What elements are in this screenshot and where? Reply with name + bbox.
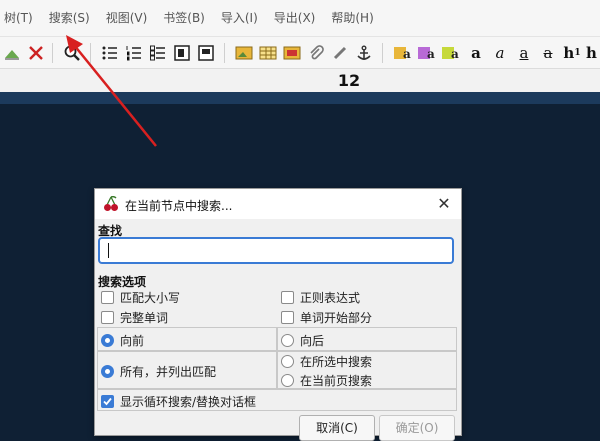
show-dialog-label: 显示循环搜索/替换对话框	[120, 395, 257, 409]
backward-radio-dot[interactable]	[281, 334, 294, 347]
heading-2-icon[interactable]: h	[586, 43, 600, 63]
export-pdf-icon[interactable]	[26, 43, 46, 63]
cancel-button[interactable]: 取消(C)	[299, 415, 375, 441]
text-caret	[108, 243, 109, 258]
italic-icon[interactable]: a	[490, 43, 510, 63]
underline-icon[interactable]: a	[514, 43, 534, 63]
insert-table-icon[interactable]	[258, 43, 278, 63]
word-start-checkbox[interactable]: 单词开始部分	[281, 309, 372, 326]
word-start-box[interactable]	[281, 311, 294, 324]
whole-word-box[interactable]	[101, 311, 114, 324]
menu-tree[interactable]: 树(T)	[0, 0, 41, 36]
toggle-panel-alt-icon[interactable]	[196, 43, 216, 63]
attach-file-icon[interactable]	[306, 43, 326, 63]
word-start-label: 单词开始部分	[300, 311, 373, 325]
regex-label: 正则表达式	[300, 291, 361, 305]
menu-bar: 树(T) 搜索(S) 视图(V) 书签(B) 导入(I) 导出(X) 帮助(H)	[0, 0, 600, 36]
menu-export[interactable]: 导出(X)	[266, 0, 324, 36]
menu-import[interactable]: 导入(I)	[213, 0, 266, 36]
selected-nodes-radio[interactable]: 在所选中搜索	[281, 353, 372, 370]
bullet-list-icon[interactable]	[100, 43, 120, 63]
close-icon[interactable]: ✕	[435, 195, 453, 213]
editor-header-strip	[0, 92, 600, 104]
heading-1-icon[interactable]: h1	[562, 43, 582, 63]
heading-1-letter: h	[563, 44, 575, 62]
backward-label: 向后	[300, 334, 325, 348]
heading-1-sub: 1	[574, 48, 581, 58]
all-list-radio[interactable]: 所有，并列出匹配	[101, 363, 216, 380]
show-dialog-box[interactable]	[101, 395, 114, 408]
match-case-box[interactable]	[101, 291, 114, 304]
forward-radio[interactable]: 向前	[101, 332, 144, 349]
regex-box[interactable]	[281, 291, 294, 304]
toggle-panel-icon[interactable]	[172, 43, 192, 63]
forward-radio-dot[interactable]	[101, 334, 114, 347]
menu-help[interactable]: 帮助(H)	[323, 0, 381, 36]
insert-link-icon[interactable]	[330, 43, 350, 63]
search-input[interactable]	[98, 237, 454, 264]
todo-list-icon[interactable]	[148, 43, 168, 63]
dialog-title: 在当前节点中搜索...	[125, 199, 233, 213]
dialog-titlebar: 在当前节点中搜索... ✕	[95, 189, 461, 219]
whole-word-label: 完整单词	[120, 311, 169, 325]
selected-nodes-label: 在所选中搜索	[300, 355, 373, 369]
find-icon[interactable]	[62, 43, 82, 63]
text-color-icon[interactable]: a	[392, 43, 412, 63]
cherry-icon	[103, 195, 119, 212]
toolbar: a a a a a a a h1 h	[0, 36, 600, 69]
whole-word-checkbox[interactable]: 完整单词	[101, 309, 168, 326]
match-case-checkbox[interactable]: 匹配大小写	[101, 289, 180, 306]
menu-search[interactable]: 搜索(S)	[41, 0, 98, 36]
import-icon[interactable]	[2, 43, 22, 63]
current-page-label: 在当前页搜索	[300, 374, 373, 388]
svg-text:a: a	[451, 47, 459, 61]
anchor-icon[interactable]	[354, 43, 374, 63]
insert-image-icon[interactable]	[234, 43, 254, 63]
svg-text:a: a	[403, 47, 411, 61]
all-list-radio-dot[interactable]	[101, 365, 114, 378]
selected-nodes-radio-dot[interactable]	[281, 355, 294, 368]
backward-radio[interactable]: 向后	[281, 332, 324, 349]
current-page-radio-dot[interactable]	[281, 374, 294, 387]
font-size-value[interactable]: 12	[324, 71, 374, 90]
ok-button[interactable]: 确定(O)	[379, 415, 455, 441]
search-options-label: 搜索选项	[98, 275, 147, 289]
all-list-label: 所有，并列出匹配	[120, 365, 217, 379]
numbered-list-icon[interactable]	[124, 43, 144, 63]
show-dialog-checkbox[interactable]: 显示循环搜索/替换对话框	[101, 393, 256, 410]
forward-label: 向前	[120, 334, 145, 348]
bg-color-icon[interactable]: a	[416, 43, 436, 63]
current-page-radio[interactable]: 在当前页搜索	[281, 372, 372, 389]
regex-checkbox[interactable]: 正则表达式	[281, 289, 360, 306]
search-dialog: 在当前节点中搜索... ✕ 查找 搜索选项 匹配大小写 正则表达式 完整单词 单…	[94, 188, 462, 441]
menu-view[interactable]: 视图(V)	[98, 0, 156, 36]
font-size-bar: 12	[0, 68, 600, 93]
menu-bookmarks[interactable]: 书签(B)	[155, 0, 213, 36]
match-case-label: 匹配大小写	[120, 291, 181, 305]
svg-text:a: a	[427, 47, 435, 61]
bold-icon[interactable]: a	[466, 43, 486, 63]
insert-codebox-icon[interactable]	[282, 43, 302, 63]
remove-format-icon[interactable]: a	[440, 43, 460, 63]
strikethrough-icon[interactable]: a	[538, 43, 558, 63]
